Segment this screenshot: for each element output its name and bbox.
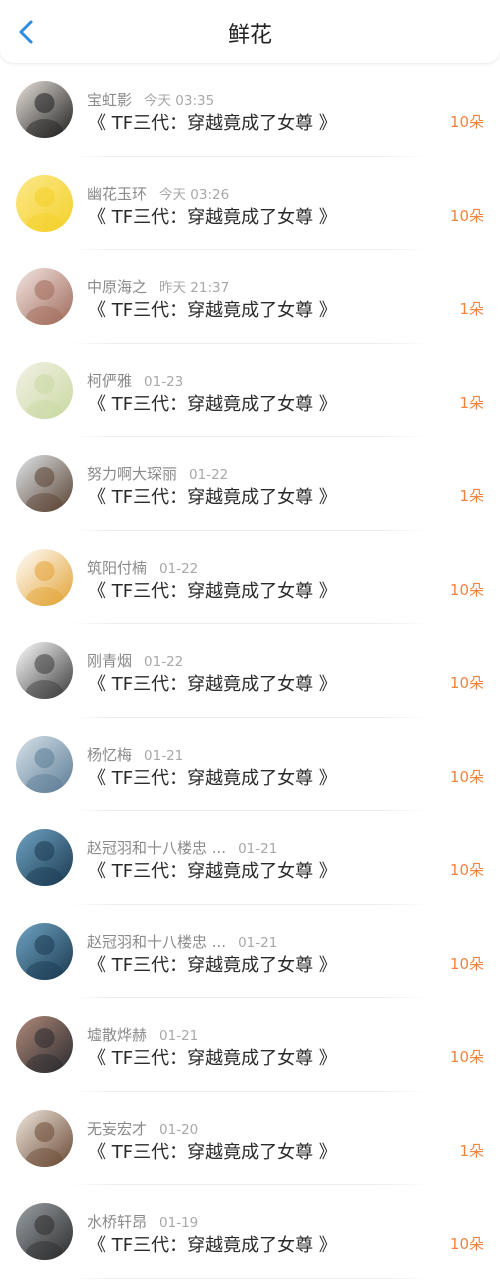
item-meta: 努力啊大琛丽 01-22 [87,463,228,484]
book-title[interactable]: 《 TF三代：穿越竟成了女尊 》 [88,390,337,416]
timestamp: 01-22 [159,560,199,577]
page-title: 鲜花 [227,23,272,48]
timestamp: 01-22 [189,467,229,483]
avatar[interactable] [16,735,73,793]
avatar[interactable] [16,642,73,699]
avatar[interactable] [16,455,73,512]
timestamp: 今天 03:26 [159,186,230,203]
book-title[interactable]: 《 TF三代：穿越竟成了女尊 》 [88,296,337,322]
item-meta: 无妄宏才 01-20 [87,1118,198,1139]
avatar[interactable] [16,1203,73,1260]
timestamp: 01-21 [144,747,184,764]
user-name[interactable]: 墟散烨赫 [87,1026,147,1044]
book-title[interactable]: 《 TF三代：穿越竟成了女尊 》 [88,1231,337,1257]
timestamp: 今天 03:35 [144,93,215,109]
top-bar: 鲜花 [0,0,500,63]
list-item[interactable]: 水桥轩昂 01-19 《 TF三代：穿越竟成了女尊 》 10朵 [0,1185,500,1279]
list-item[interactable]: 柯俨雅 01-23 《 TF三代：穿越竟成了女尊 》 1朵 [0,344,500,437]
timestamp: 01-19 [159,1215,199,1231]
item-meta: 宝虹影 今天 03:35 [87,89,214,110]
item-meta: 刚青烟 01-22 [87,650,183,671]
item-meta: 赵冠羽和十八楼忠 ... 01-21 [87,931,277,952]
list-item[interactable]: 赵冠羽和十八楼忠 ... 01-21 《 TF三代：穿越竟成了女尊 》 10朵 [0,811,500,905]
timestamp: 01-22 [144,654,184,670]
item-meta: 赵冠羽和十八楼忠 ... 01-21 [87,837,277,858]
row-divider [71,1277,431,1279]
user-name[interactable]: 中原海之 [87,278,147,296]
flower-count: 10朵 [449,861,484,879]
flower-count: 10朵 [449,206,484,225]
avatar[interactable] [16,548,73,606]
avatar[interactable] [16,1016,73,1073]
item-meta: 墟散烨赫 01-21 [87,1024,198,1045]
list-item[interactable]: 无妄宏才 01-20 《 TF三代：穿越竟成了女尊 》 1朵 [0,1092,500,1185]
flower-count: 10朵 [449,1048,484,1066]
flower-count: 10朵 [449,767,484,786]
list-item[interactable]: 努力啊大琛丽 01-22 《 TF三代：穿越竟成了女尊 》 1朵 [0,437,500,531]
book-title[interactable]: 《 TF三代：穿越竟成了女尊 》 [88,857,337,883]
list-item[interactable]: 筑阳付楠 01-22 《 TF三代：穿越竟成了女尊 》 10朵 [0,531,500,624]
list-item[interactable]: 宝虹影 今天 03:35 《 TF三代：穿越竟成了女尊 》 10朵 [0,63,500,157]
book-title[interactable]: 《 TF三代：穿越竟成了女尊 》 [88,764,337,790]
list-item[interactable]: 中原海之 昨天 21:37 《 TF三代：穿越竟成了女尊 》 1朵 [0,250,500,344]
book-title[interactable]: 《 TF三代：穿越竟成了女尊 》 [88,1044,337,1070]
item-meta: 中原海之 昨天 21:37 [87,276,229,297]
item-meta: 筑阳付楠 01-22 [87,557,198,578]
list-item[interactable]: 幽花玉环 今天 03:26 《 TF三代：穿越竟成了女尊 》 10朵 [0,157,500,250]
timestamp: 01-21 [159,1028,199,1044]
timestamp: 01-23 [144,373,184,390]
flower-count: 1朵 [459,1141,484,1160]
avatar[interactable] [16,829,73,886]
user-name[interactable]: 赵冠羽和十八楼忠 ... [87,839,226,857]
user-name[interactable]: 柯俨雅 [87,372,132,390]
avatar[interactable] [16,1109,73,1167]
list-item[interactable]: 墟散烨赫 01-21 《 TF三代：穿越竟成了女尊 》 10朵 [0,998,500,1092]
user-name[interactable]: 无妄宏才 [87,1120,147,1138]
item-meta: 幽花玉环 今天 03:26 [87,183,229,204]
user-name[interactable]: 幽花玉环 [87,185,147,203]
book-title[interactable]: 《 TF三代：穿越竟成了女尊 》 [88,577,337,603]
avatar[interactable] [16,81,73,138]
list-item[interactable]: 杨忆梅 01-21 《 TF三代：穿越竟成了女尊 》 10朵 [0,718,500,811]
book-title[interactable]: 《 TF三代：穿越竟成了女尊 》 [88,203,337,229]
book-title[interactable]: 《 TF三代：穿越竟成了女尊 》 [88,109,337,135]
flower-count: 10朵 [449,674,484,692]
timestamp: 01-21 [238,934,278,951]
list-item[interactable]: 刚青烟 01-22 《 TF三代：穿越竟成了女尊 》 10朵 [0,624,500,718]
avatar[interactable] [16,174,73,232]
flower-count: 10朵 [449,113,484,131]
user-name[interactable]: 刚青烟 [87,652,132,670]
flower-count: 1朵 [459,300,484,318]
timestamp: 01-21 [238,841,278,857]
flower-count: 1朵 [459,487,484,505]
item-meta: 柯俨雅 01-23 [87,370,183,391]
timestamp: 昨天 21:37 [159,280,230,296]
timestamp: 01-20 [159,1121,199,1138]
list-item[interactable]: 赵冠羽和十八楼忠 ... 01-21 《 TF三代：穿越竟成了女尊 》 10朵 [0,905,500,998]
user-name[interactable]: 宝虹影 [87,91,132,109]
book-title[interactable]: 《 TF三代：穿越竟成了女尊 》 [88,1138,337,1164]
flower-count: 10朵 [449,954,484,973]
flower-count: 10朵 [449,1235,484,1253]
flower-count: 10朵 [449,580,484,599]
book-title[interactable]: 《 TF三代：穿越竟成了女尊 》 [88,951,337,977]
user-name[interactable]: 努力啊大琛丽 [87,465,177,483]
avatar[interactable] [16,922,73,980]
item-meta: 杨忆梅 01-21 [87,744,183,765]
flower-count: 1朵 [459,393,484,412]
user-name[interactable]: 筑阳付楠 [87,559,147,577]
flower-record-list: 宝虹影 今天 03:35 《 TF三代：穿越竟成了女尊 》 10朵 幽花玉环 今天 03:… [0,63,500,1279]
avatar[interactable] [16,361,73,419]
book-title[interactable]: 《 TF三代：穿越竟成了女尊 》 [88,483,337,509]
user-name[interactable]: 水桥轩昂 [87,1213,147,1231]
item-meta: 水桥轩昂 01-19 [87,1211,198,1232]
user-name[interactable]: 赵冠羽和十八楼忠 ... [87,933,226,951]
avatar[interactable] [16,268,73,325]
book-title[interactable]: 《 TF三代：穿越竟成了女尊 》 [88,670,337,696]
user-name[interactable]: 杨忆梅 [87,746,132,764]
